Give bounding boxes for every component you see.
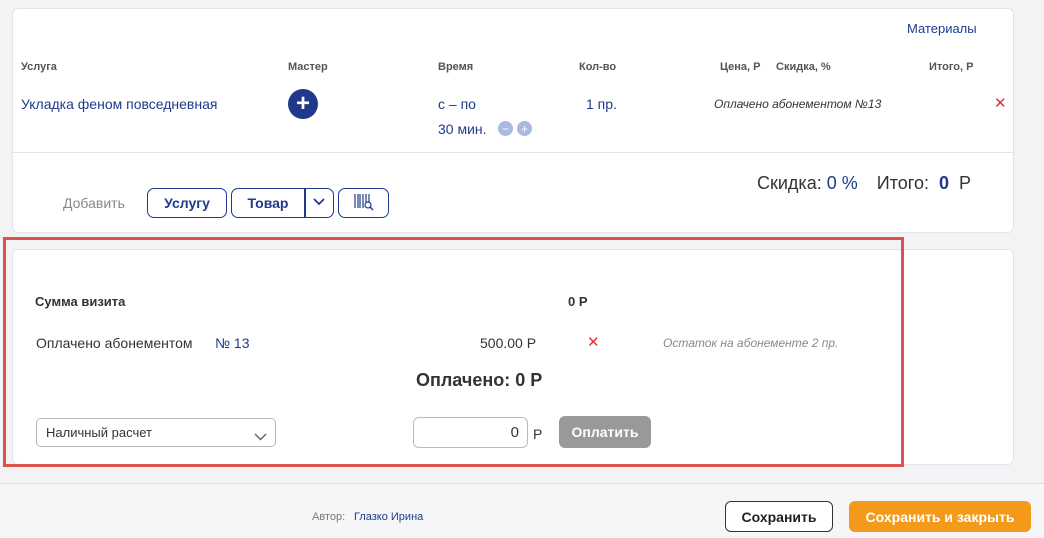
duration-increase-button[interactable]: + (517, 121, 532, 136)
time-duration: 30 мин. (438, 121, 487, 137)
save-button[interactable]: Сохранить (725, 501, 833, 532)
header-master: Мастер (288, 61, 328, 73)
discount-value: 0 % (826, 173, 858, 193)
delete-service-icon[interactable]: ✕ (994, 94, 1007, 112)
header-discount: Скидка, % (776, 61, 831, 73)
services-card: Материалы Услуга Мастер Время Кол-во Цен… (12, 8, 1014, 233)
author-label: Автор: (312, 511, 346, 523)
totals-line: Скидка: 0 % Итого: 0 Р (757, 173, 971, 194)
highlight-frame (3, 237, 904, 467)
duration-decrease-button[interactable]: − (498, 121, 513, 136)
add-service-button[interactable]: Услугу (147, 188, 227, 218)
header-service: Услуга (21, 61, 57, 73)
add-label: Добавить (63, 195, 125, 211)
plus-icon: + (520, 121, 528, 136)
add-product-button[interactable]: Товар (231, 188, 334, 218)
chevron-down-icon[interactable] (306, 197, 334, 209)
total-value: 0 (938, 173, 949, 193)
plus-icon: + (295, 90, 310, 117)
author-name[interactable]: Глазко Ирина (354, 511, 423, 523)
service-name[interactable]: Укладка феном повседневная (21, 96, 217, 112)
add-master-button[interactable]: + (288, 89, 318, 119)
time-range[interactable]: с – по (438, 96, 476, 112)
header-time: Время (438, 61, 474, 73)
paid-note: Оплачено абонементом №13 (714, 97, 882, 111)
total-label: Итого: (876, 173, 929, 193)
service-qty: 1 пр. (586, 96, 617, 112)
divider (13, 152, 1013, 153)
footer: Автор: Глазко Ирина Сохранить Сохранить … (0, 483, 1044, 538)
add-product-label: Товар (247, 195, 289, 211)
header-price: Цена, Р (720, 61, 761, 73)
currency: Р (959, 173, 972, 193)
header-total: Итого, Р (929, 61, 974, 73)
minus-icon: − (501, 121, 509, 136)
barcode-scan-button[interactable] (338, 188, 389, 218)
barcode-icon (353, 193, 375, 214)
materials-link[interactable]: Материалы (907, 21, 977, 36)
header-qty: Кол-во (579, 61, 617, 73)
save-and-close-button[interactable]: Сохранить и закрыть (849, 501, 1031, 532)
discount-label: Скидка: (757, 173, 822, 193)
